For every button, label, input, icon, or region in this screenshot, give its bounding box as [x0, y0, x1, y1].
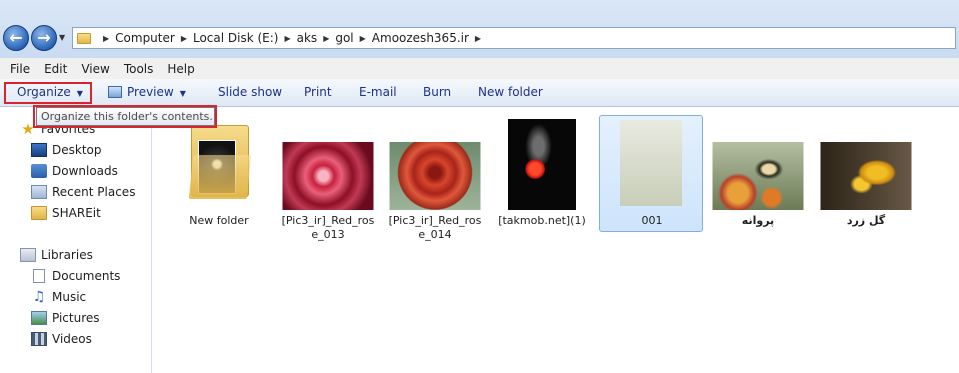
breadcrumb-local-disk[interactable]: Local Disk (E:)	[193, 31, 279, 45]
nav-item-music[interactable]: ♫ Music	[31, 290, 86, 304]
file-item-001[interactable]: 001	[599, 115, 703, 232]
print-button[interactable]: Print	[304, 85, 332, 99]
slideshow-button[interactable]: Slide show	[218, 85, 282, 99]
file-item-red-rose-013[interactable]: [Pic3_ir]_Red_ros e_013	[276, 115, 380, 241]
image-thumbnail	[712, 142, 804, 210]
menu-file[interactable]: File	[3, 62, 37, 76]
preview-label: Preview	[127, 85, 174, 99]
back-arrow-icon: ←	[9, 28, 23, 47]
file-name: 001	[641, 214, 663, 227]
chevron-right-icon[interactable]: ▶	[284, 34, 290, 43]
recent-pages-dropdown-icon[interactable]: ▼	[59, 33, 65, 42]
file-item-takmob[interactable]: [takmob.net](1)	[490, 115, 594, 232]
new-folder-button[interactable]: New folder	[478, 85, 543, 99]
breadcrumb-aks[interactable]: aks	[297, 31, 318, 45]
file-item-red-rose-014[interactable]: [Pic3_ir]_Red_ros e_014	[383, 115, 487, 241]
breadcrumb-computer[interactable]: Computer	[115, 31, 175, 45]
tooltip-highlight-box	[33, 105, 217, 128]
music-note-icon: ♫	[32, 289, 46, 305]
breadcrumb-gol[interactable]: gol	[335, 31, 353, 45]
nav-item-downloads[interactable]: Downloads	[31, 164, 118, 178]
pictures-icon	[31, 311, 47, 325]
preview-icon	[108, 86, 122, 98]
nav-item-label: Recent Places	[52, 185, 136, 199]
nav-item-documents[interactable]: Documents	[31, 269, 120, 283]
file-name: گل زرد	[846, 214, 886, 227]
folder-icon	[31, 206, 47, 220]
file-name: [takmob.net](1)	[498, 214, 586, 227]
burn-button[interactable]: Burn	[423, 85, 451, 99]
nav-item-label: Pictures	[52, 311, 100, 325]
nav-libraries-label: Libraries	[41, 248, 93, 262]
menu-help[interactable]: Help	[160, 62, 201, 76]
libraries-icon	[20, 248, 36, 262]
nav-item-label: Videos	[52, 332, 92, 346]
menu-edit[interactable]: Edit	[37, 62, 74, 76]
preview-button[interactable]: Preview ▼	[108, 85, 186, 99]
file-name: پروانه	[741, 214, 775, 227]
back-button[interactable]: ←	[3, 25, 29, 51]
document-icon	[33, 269, 45, 283]
folder-front-flap	[188, 155, 252, 199]
file-name-line1: [Pic3_ir]_Red_ros	[281, 214, 375, 227]
nav-item-shareit[interactable]: SHAREit	[31, 206, 101, 220]
file-name: New folder	[189, 214, 249, 227]
nav-item-recent-places[interactable]: Recent Places	[31, 185, 135, 199]
organize-highlight-box	[4, 82, 92, 104]
nav-libraries[interactable]: Libraries	[20, 248, 93, 262]
chevron-right-icon[interactable]: ▶	[181, 34, 187, 43]
nav-item-label: Documents	[52, 269, 121, 283]
chevron-right-icon[interactable]: ▶	[475, 34, 481, 43]
file-name-line2: e_013	[311, 228, 345, 241]
email-button[interactable]: E-mail	[359, 85, 397, 99]
menu-view[interactable]: View	[74, 62, 116, 76]
nav-item-pictures[interactable]: Pictures	[31, 311, 100, 325]
forward-button[interactable]: →	[31, 25, 57, 51]
nav-item-label: SHAREit	[52, 206, 101, 220]
file-name-line2: e_014	[418, 228, 452, 241]
video-film-icon	[31, 332, 47, 346]
nav-item-label: Downloads	[52, 164, 118, 178]
file-item-yellow-flower[interactable]: گل زرد	[814, 115, 918, 232]
forward-arrow-icon: →	[37, 28, 51, 47]
file-item-new-folder[interactable]: New folder	[167, 115, 271, 232]
image-thumbnail	[820, 142, 912, 210]
nav-item-label: Desktop	[52, 143, 102, 157]
chevron-right-icon[interactable]: ▶	[103, 34, 109, 43]
desktop-icon	[31, 143, 47, 157]
command-bar: Organize ▼ Preview ▼ Slide show Print E-ma…	[0, 79, 959, 107]
downloads-icon	[31, 164, 47, 178]
chevron-right-icon[interactable]: ▶	[323, 34, 329, 43]
blank-overlay-panel	[690, 262, 952, 362]
menu-bar: File Edit View Tools Help	[0, 58, 959, 79]
recent-places-icon	[31, 185, 47, 199]
nav-item-videos[interactable]: Videos	[31, 332, 92, 346]
image-thumbnail	[620, 120, 682, 206]
file-name-line1: [Pic3_ir]_Red_ros	[388, 214, 482, 227]
menu-tools[interactable]: Tools	[117, 62, 161, 76]
chevron-right-icon[interactable]: ▶	[360, 34, 366, 43]
nav-item-label: Music	[52, 290, 87, 304]
chevron-down-icon: ▼	[179, 89, 186, 98]
nav-item-desktop[interactable]: Desktop	[31, 143, 102, 157]
address-bar-row: ← → ▼ ▶ Computer ▶ Local Disk (E:) ▶ aks…	[0, 0, 959, 58]
image-thumbnail	[508, 119, 576, 210]
address-box[interactable]: ▶ Computer ▶ Local Disk (E:) ▶ aks ▶ gol…	[72, 27, 956, 49]
image-thumbnail	[389, 142, 481, 210]
file-item-butterfly[interactable]: پروانه	[706, 115, 810, 232]
breadcrumb-amoozesh365[interactable]: Amoozesh365.ir	[372, 31, 469, 45]
folder-icon	[77, 32, 91, 44]
image-thumbnail	[282, 142, 374, 210]
